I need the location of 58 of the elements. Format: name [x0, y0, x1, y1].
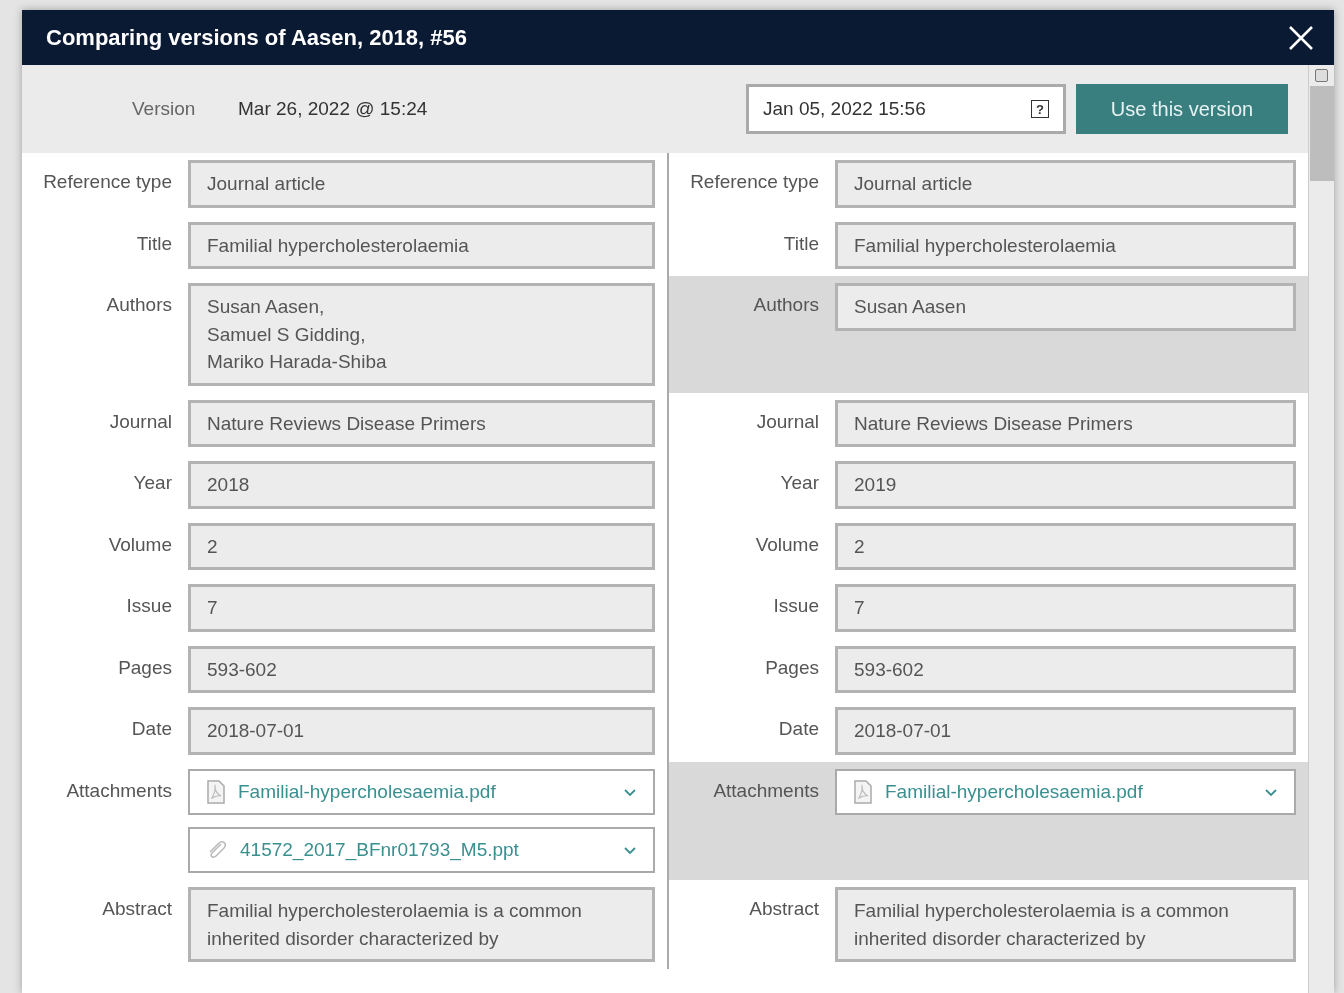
dialog-title: Comparing versions of Aasen, 2018, #56 — [46, 24, 468, 52]
text-field[interactable]: 593-602 — [188, 645, 655, 694]
field-label: Year — [780, 472, 819, 494]
version-label: Version — [132, 96, 197, 121]
field-label: Year — [133, 472, 172, 494]
text-field[interactable]: Journal article — [835, 160, 1296, 208]
caret-icon — [623, 845, 637, 855]
pdf-file-icon — [206, 780, 226, 804]
field-label: Journal — [109, 410, 172, 432]
text-field[interactable]: Familial hypercholesterolaemia — [835, 221, 1296, 270]
field-label: Abstract — [102, 898, 172, 919]
text-field[interactable]: 593-602 — [835, 645, 1296, 694]
field-label: Journal — [756, 410, 819, 432]
help-icon[interactable]: ? — [1031, 100, 1049, 118]
field-label: Reference type — [690, 171, 819, 192]
text-field[interactable]: 2018 — [188, 461, 655, 509]
use-this-version-button[interactable]: Use this version — [1076, 84, 1288, 134]
field-label: Title — [136, 232, 172, 254]
text-field[interactable]: 2019 — [835, 461, 1296, 509]
attachment-dropdown[interactable]: Familial-hypercholesaemia.pdf — [188, 769, 655, 815]
field-label: Pages — [765, 656, 819, 678]
scroll-up-button[interactable] — [1315, 69, 1328, 82]
caret-icon — [1264, 787, 1278, 797]
attachment-dropdown[interactable]: Familial-hypercholesaemia.pdf — [835, 769, 1296, 815]
field-label: Title — [783, 232, 819, 254]
field-label: Pages — [118, 656, 172, 678]
field-label: Date — [131, 718, 172, 740]
field-label: Authors — [753, 294, 819, 316]
text-field[interactable]: 2 — [835, 522, 1296, 571]
text-field[interactable]: Journal article — [188, 160, 655, 208]
text-field[interactable]: 2 — [188, 522, 655, 571]
text-field[interactable]: 2018-07-01 — [188, 707, 655, 755]
field-label: Attachments — [66, 780, 172, 801]
text-field[interactable]: 7 — [188, 584, 655, 632]
pdf-file-icon — [853, 780, 873, 804]
current-version-date: Mar 26, 2022 @ 15:24 — [238, 96, 429, 121]
caret-icon — [623, 787, 637, 797]
version-picker[interactable]: Jan 05, 2022 15:56 ? — [746, 84, 1066, 134]
text-area[interactable]: Susan Aasen — [835, 283, 1296, 331]
field-label: Date — [778, 718, 819, 740]
text-field[interactable]: Nature Reviews Disease Primers — [188, 399, 655, 448]
field-label: Reference type — [43, 171, 172, 192]
field-label: Issue — [773, 595, 819, 617]
text-field[interactable]: 2018-07-01 — [835, 707, 1296, 755]
field-label: Volume — [108, 533, 172, 555]
scrollbar-thumb[interactable] — [1309, 86, 1334, 181]
field-label: Abstract — [749, 898, 819, 919]
field-label: Authors — [106, 294, 172, 316]
text-field[interactable]: Familial hypercholesterolaemia is a common inherited disorder characterized by — [188, 887, 655, 963]
field-label: Attachments — [713, 780, 819, 801]
field-label: Volume — [755, 533, 819, 555]
text-field[interactable]: Nature Reviews Disease Primers — [835, 399, 1296, 448]
text-field[interactable]: 7 — [835, 584, 1296, 632]
text-field[interactable]: Familial hypercholesterolaemia is a common inherited disorder characterized by — [835, 887, 1296, 963]
text-field[interactable]: Familial hypercholesterolaemia — [188, 221, 655, 270]
text-area[interactable]: Susan Aasen, Samuel S Gidding, Mariko Harada-Shiba — [188, 283, 655, 386]
field-label: Issue — [126, 595, 172, 617]
attachment-dropdown[interactable]: 41572_2017_BFnr01793_M5.ppt — [188, 827, 655, 873]
